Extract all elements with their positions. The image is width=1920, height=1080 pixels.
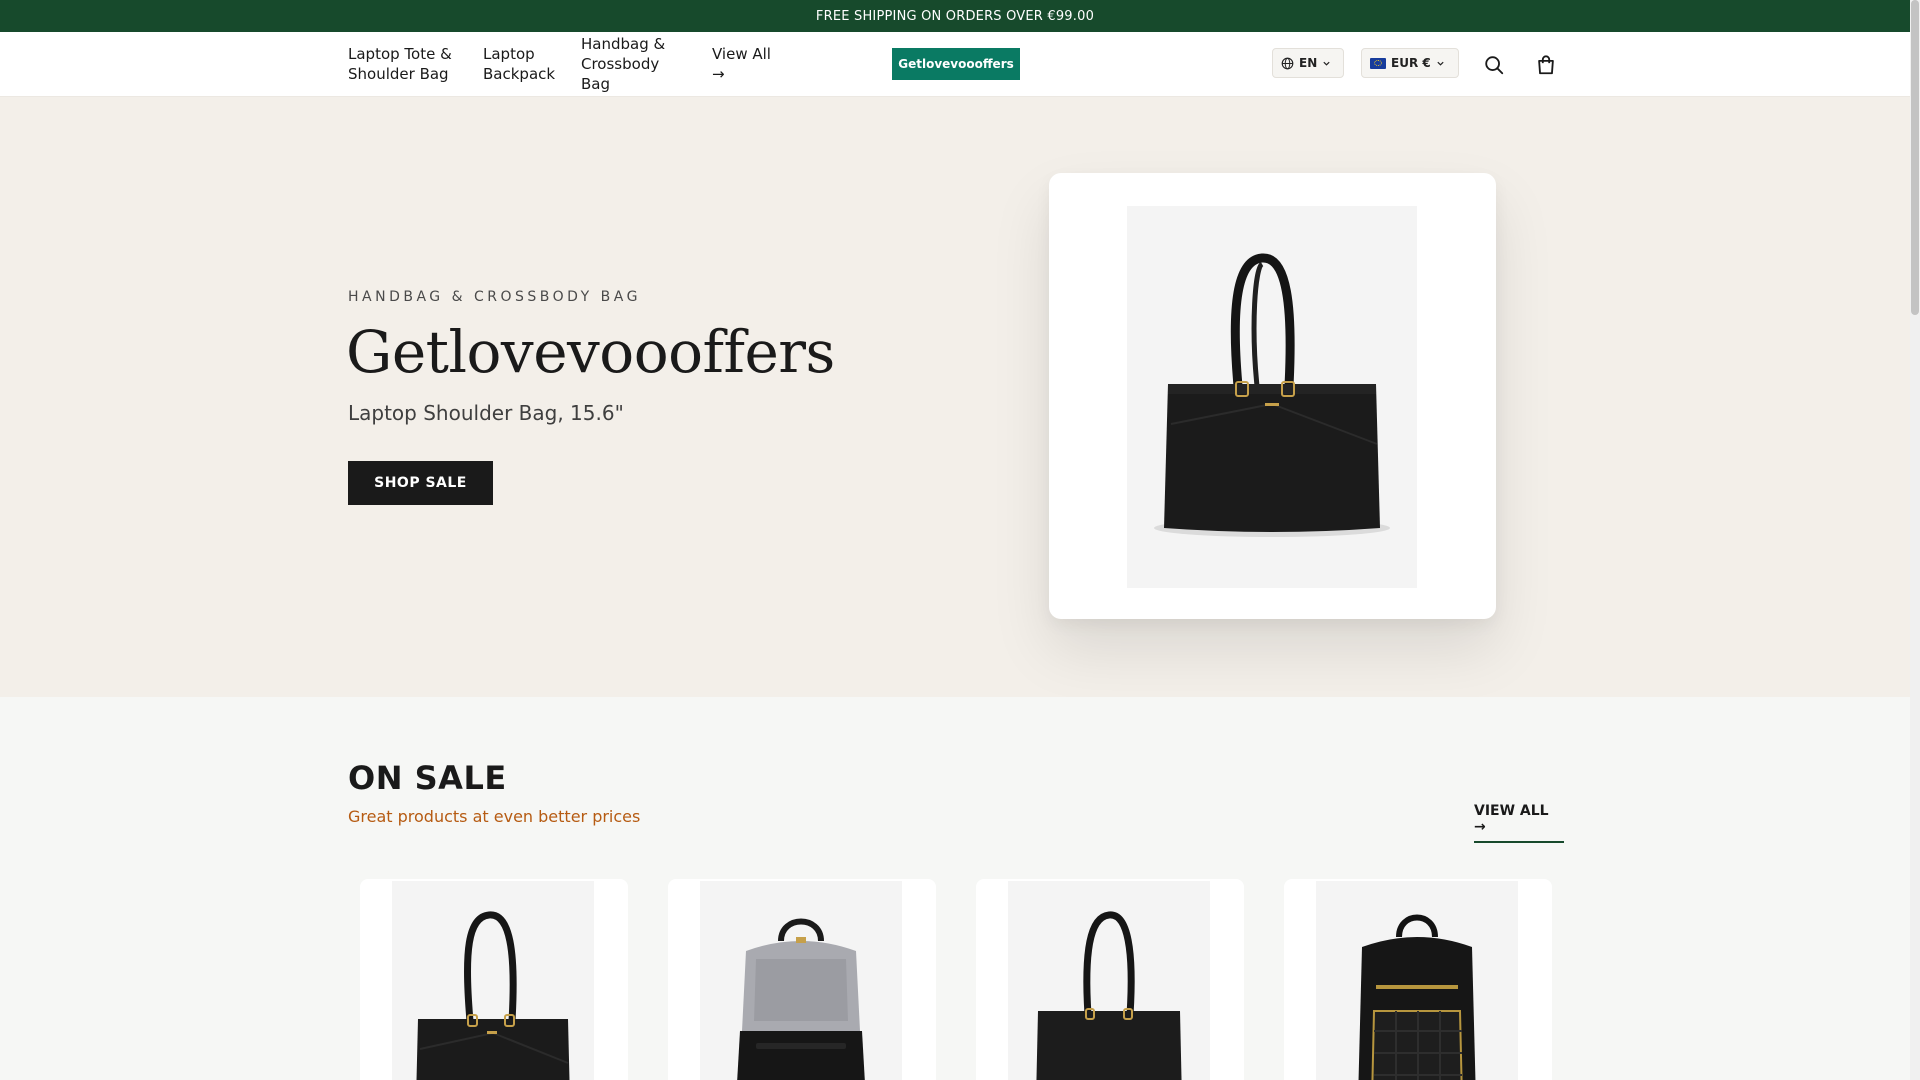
hero-product-card[interactable] (1049, 173, 1496, 619)
hero-banner: HANDBAG & CROSSBODY BAG Getlovevoooffers… (0, 97, 1910, 697)
promo-button[interactable]: Getlovevoooffers (892, 48, 1020, 80)
page-scrollbar[interactable] (1910, 0, 1920, 1080)
announcement-bar: FREE SHIPPING ON ORDERS OVER €99.00 (0, 0, 1910, 32)
shoulder-bag-image (1036, 911, 1182, 1080)
announcement-text: FREE SHIPPING ON ORDERS OVER €99.00 (815, 8, 1095, 24)
product-image (392, 881, 594, 1080)
hero-eyebrow: HANDBAG & CROSSBODY BAG (348, 289, 641, 305)
search-icon[interactable] (1483, 54, 1505, 76)
hero-subtitle: Laptop Shoulder Bag, 15.6" (348, 401, 624, 425)
hero-product-image (1127, 206, 1417, 588)
product-image (1316, 881, 1518, 1080)
on-sale-section: ON SALE Great products at even better pr… (0, 697, 1910, 1080)
nav-item-laptop-backpack[interactable]: Laptop Backpack (483, 44, 561, 84)
product-card[interactable] (1284, 879, 1552, 1080)
language-label: EN (1299, 56, 1318, 70)
product-card[interactable] (668, 879, 936, 1080)
currency-label: EUR € (1391, 56, 1431, 70)
main-nav: Laptop Tote & Shoulder Bag Laptop Backpa… (348, 32, 772, 96)
chevron-down-icon (1437, 61, 1444, 66)
quilted-backpack-image (1358, 914, 1476, 1080)
product-image (1008, 881, 1210, 1080)
eu-flag-icon (1370, 57, 1386, 69)
site-header: Laptop Tote & Shoulder Bag Laptop Backpa… (0, 32, 1910, 97)
product-image (700, 881, 902, 1080)
scrollbar-thumb[interactable] (1911, 0, 1919, 315)
tote-bag-image (1154, 253, 1390, 537)
nav-item-handbag-crossbody[interactable]: Handbag & Crossbody Bag (581, 34, 681, 94)
currency-selector[interactable]: EUR € (1361, 48, 1459, 78)
language-selector[interactable]: EN (1272, 48, 1344, 78)
chevron-down-icon (1323, 61, 1330, 66)
section-title: ON SALE (348, 759, 507, 797)
backpack-image (737, 918, 865, 1080)
globe-icon (1281, 57, 1294, 69)
tote-bag-image (416, 911, 570, 1080)
nav-item-view-all[interactable]: View All → (712, 44, 772, 84)
product-card[interactable] (976, 879, 1244, 1080)
view-all-link[interactable]: VIEW ALL → (1474, 803, 1564, 843)
page: FREE SHIPPING ON ORDERS OVER €99.00 Lapt… (0, 0, 1910, 1080)
product-card[interactable] (360, 879, 628, 1080)
nav-item-laptop-tote[interactable]: Laptop Tote & Shoulder Bag (348, 44, 458, 84)
section-subtitle: Great products at even better prices (348, 807, 641, 826)
cart-icon[interactable] (1535, 54, 1557, 76)
shop-sale-button[interactable]: SHOP SALE (348, 461, 493, 505)
hero-title: Getlovevoooffers (346, 318, 835, 386)
